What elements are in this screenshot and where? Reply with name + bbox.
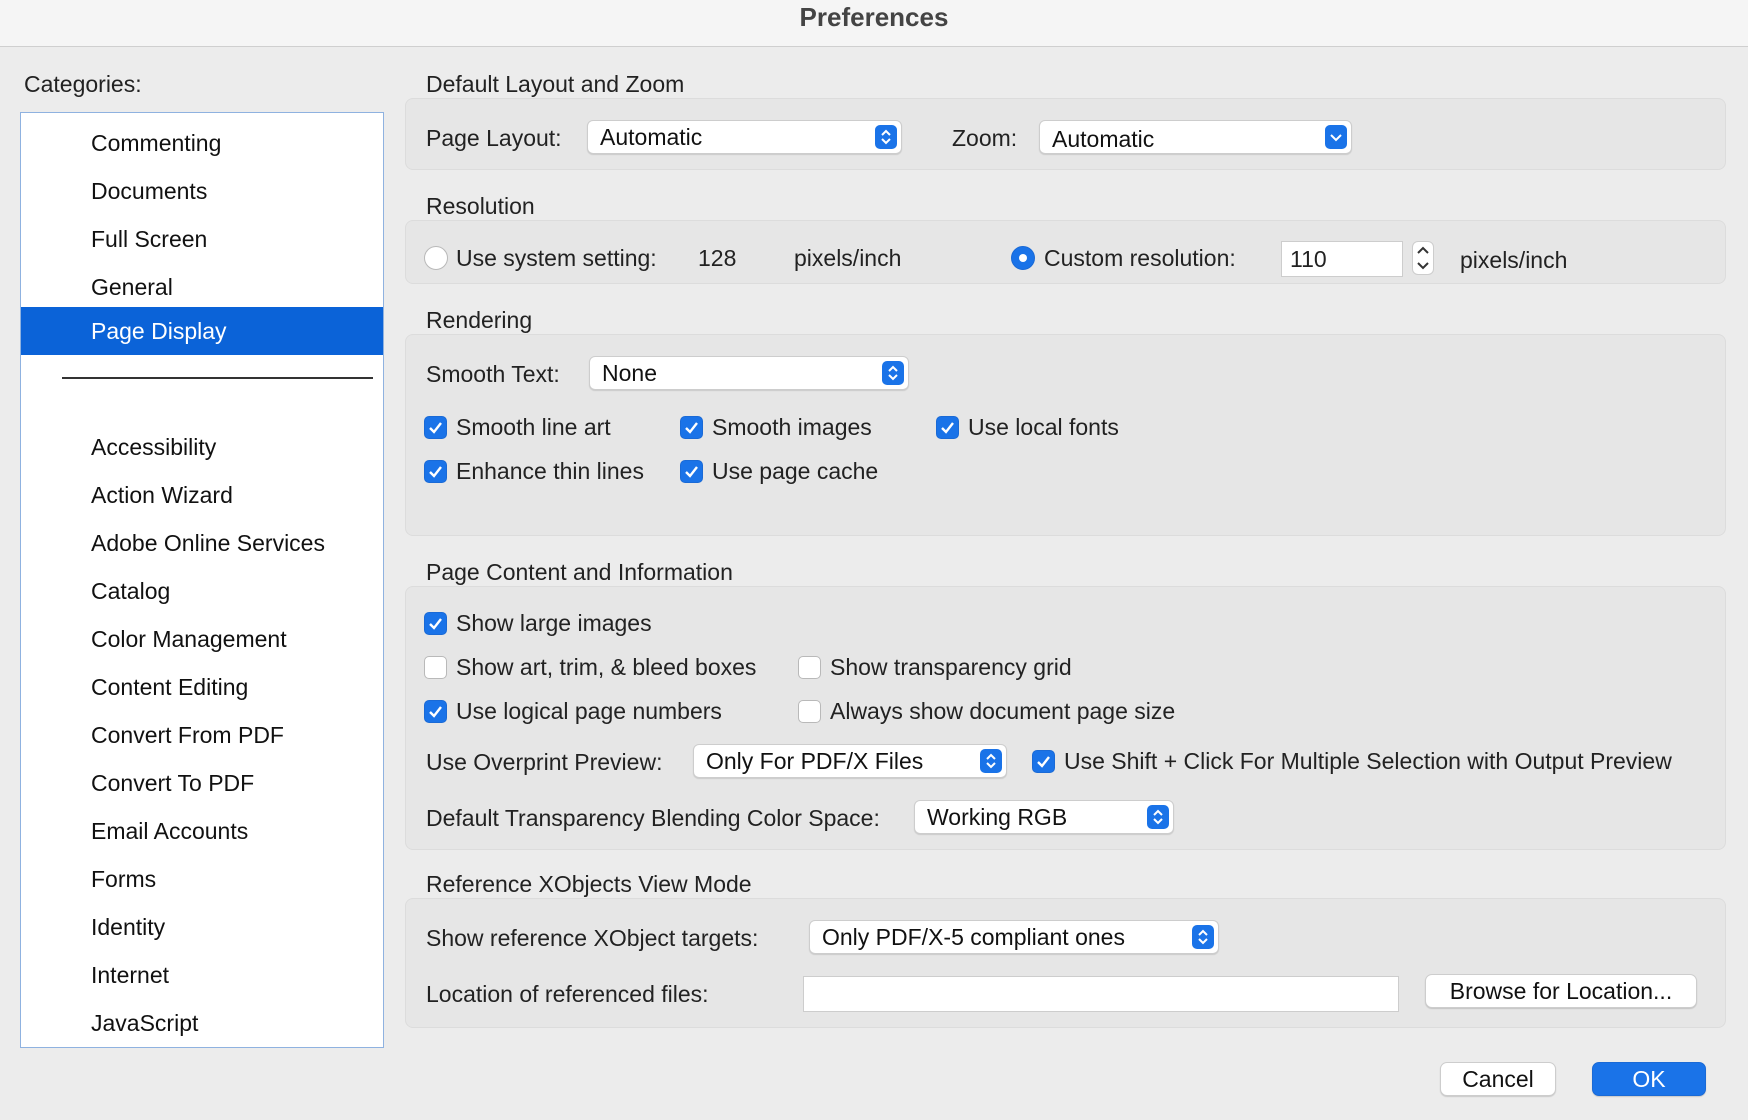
checkmark-icon — [429, 466, 442, 478]
referenced-files-input[interactable] — [803, 976, 1399, 1012]
zoom-label: Zoom: — [952, 125, 1018, 151]
title-bar: Preferences — [0, 0, 1748, 47]
category-javascript[interactable]: JavaScript — [21, 999, 383, 1047]
category-email-accounts[interactable]: Email Accounts — [21, 807, 383, 855]
blending-label: Default Transparency Blending Color Spac… — [426, 805, 880, 831]
category-internet[interactable]: Internet — [21, 951, 383, 999]
category-identity[interactable]: Identity — [21, 903, 383, 951]
show-large-images-label: Show large images — [456, 610, 652, 636]
updown-icon — [980, 749, 1002, 773]
show-large-images-checkbox[interactable] — [424, 612, 447, 635]
category-catalog[interactable]: Catalog — [21, 567, 383, 615]
category-adobe-online-services[interactable]: Adobe Online Services — [21, 519, 383, 567]
page-layout-select[interactable]: Automatic — [587, 120, 902, 154]
chevron-down-icon — [1325, 125, 1347, 149]
browse-location-button[interactable]: Browse for Location... — [1425, 974, 1697, 1008]
zoom-select[interactable]: Automatic — [1039, 120, 1352, 154]
use-page-cache-checkbox[interactable] — [680, 460, 703, 483]
show-boxes-checkbox[interactable] — [424, 656, 447, 679]
checkmark-icon — [685, 466, 698, 478]
categories-list[interactable]: Commenting Documents Full Screen General… — [20, 112, 384, 1048]
always-show-page-size-label: Always show document page size — [830, 698, 1176, 724]
category-separator — [62, 377, 373, 379]
updown-icon — [875, 125, 897, 149]
smooth-text-label: Smooth Text: — [426, 361, 560, 387]
blending-select[interactable]: Working RGB — [914, 800, 1174, 834]
ok-button[interactable]: OK — [1592, 1062, 1706, 1096]
custom-resolution-label: Custom resolution: — [1044, 245, 1236, 271]
custom-resolution-radio[interactable] — [1011, 246, 1035, 270]
cancel-button[interactable]: Cancel — [1440, 1062, 1556, 1096]
smooth-text-select[interactable]: None — [589, 356, 909, 390]
smooth-line-art-label: Smooth line art — [456, 414, 611, 440]
layout-zoom-heading: Default Layout and Zoom — [426, 71, 685, 97]
category-accessibility[interactable]: Accessibility — [21, 423, 383, 471]
checkmark-icon — [429, 422, 442, 434]
overprint-label: Use Overprint Preview: — [426, 749, 663, 775]
category-color-management[interactable]: Color Management — [21, 615, 383, 663]
custom-resolution-input[interactable]: 110 — [1281, 241, 1403, 277]
shift-click-label: Use Shift + Click For Multiple Selection… — [1064, 748, 1672, 774]
updown-icon — [1192, 925, 1214, 949]
updown-icon — [1147, 805, 1169, 829]
xobjects-heading: Reference XObjects View Mode — [426, 871, 752, 897]
smooth-images-label: Smooth images — [712, 414, 872, 440]
use-local-fonts-checkbox[interactable] — [936, 416, 959, 439]
category-general[interactable]: General — [21, 263, 383, 311]
show-transparency-grid-label: Show transparency grid — [830, 654, 1072, 680]
checkmark-icon — [685, 422, 698, 434]
category-documents[interactable]: Documents — [21, 167, 383, 215]
logical-page-numbers-checkbox[interactable] — [424, 700, 447, 723]
show-boxes-label: Show art, trim, & bleed boxes — [456, 654, 757, 680]
system-setting-radio[interactable] — [424, 246, 448, 270]
checkmark-icon — [1037, 756, 1050, 768]
resolution-heading: Resolution — [426, 193, 535, 219]
enhance-thin-lines-checkbox[interactable] — [424, 460, 447, 483]
category-forms[interactable]: Forms — [21, 855, 383, 903]
referenced-files-label: Location of referenced files: — [426, 981, 709, 1007]
updown-icon — [882, 361, 904, 385]
rendering-heading: Rendering — [426, 307, 533, 333]
xobject-targets-label: Show reference XObject targets: — [426, 925, 759, 951]
logical-page-numbers-label: Use logical page numbers — [456, 698, 722, 724]
category-convert-from-pdf[interactable]: Convert From PDF — [21, 711, 383, 759]
category-page-display[interactable]: Page Display — [21, 307, 383, 355]
category-convert-to-pdf[interactable]: Convert To PDF — [21, 759, 383, 807]
shift-click-checkbox[interactable] — [1032, 750, 1055, 773]
category-action-wizard[interactable]: Action Wizard — [21, 471, 383, 519]
smooth-images-checkbox[interactable] — [680, 416, 703, 439]
stepper-arrows-icon — [1417, 246, 1429, 270]
system-setting-label: Use system setting: — [456, 245, 657, 271]
checkmark-icon — [429, 706, 442, 718]
system-resolution-unit: pixels/inch — [794, 245, 902, 271]
use-local-fonts-label: Use local fonts — [968, 414, 1119, 440]
checkmark-icon — [941, 422, 954, 434]
category-full-screen[interactable]: Full Screen — [21, 215, 383, 263]
category-content-editing[interactable]: Content Editing — [21, 663, 383, 711]
always-show-page-size-checkbox[interactable] — [798, 700, 821, 723]
enhance-thin-lines-label: Enhance thin lines — [456, 458, 644, 484]
smooth-line-art-checkbox[interactable] — [424, 416, 447, 439]
page-content-heading: Page Content and Information — [426, 559, 733, 585]
system-resolution-value: 128 — [698, 245, 737, 271]
categories-label: Categories: — [24, 71, 142, 97]
category-commenting[interactable]: Commenting — [21, 119, 383, 167]
resolution-stepper[interactable] — [1412, 241, 1434, 275]
custom-resolution-unit: pixels/inch — [1460, 247, 1568, 273]
overprint-select[interactable]: Only For PDF/X Files — [693, 744, 1007, 778]
checkmark-icon — [429, 618, 442, 630]
xobject-targets-select[interactable]: Only PDF/X-5 compliant ones — [809, 920, 1219, 954]
show-transparency-grid-checkbox[interactable] — [798, 656, 821, 679]
window-title: Preferences — [799, 2, 949, 32]
use-page-cache-label: Use page cache — [712, 458, 879, 484]
page-layout-label: Page Layout: — [426, 125, 562, 151]
